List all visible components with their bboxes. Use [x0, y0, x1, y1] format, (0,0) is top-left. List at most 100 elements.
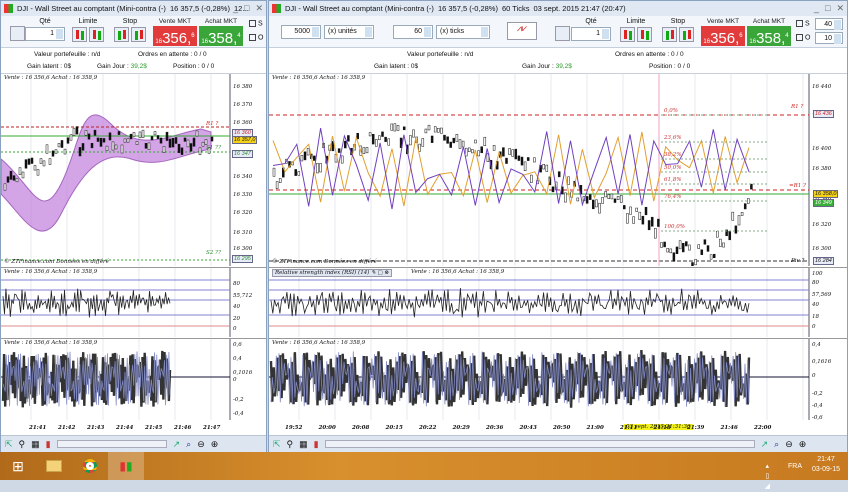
ticks-stepper[interactable]: 60 [393, 25, 433, 39]
wrench-icon[interactable] [10, 26, 25, 41]
window-icon[interactable]: ▢ [377, 270, 382, 276]
ticks-select[interactable]: (x) ticks [436, 25, 490, 39]
axis-label: 0,4 [812, 342, 821, 348]
draw-icon[interactable]: ↗ [761, 439, 769, 450]
right-chart-window: DJI - Wall Street au comptant (Mini-cont… [268, 0, 848, 452]
pending-orders[interactable]: Ordres en attente : 0 / 0 [615, 51, 684, 58]
candles-icon[interactable]: ▮ [314, 439, 319, 450]
horizontal-scrollbar[interactable] [324, 440, 755, 448]
pending-orders[interactable]: Ordres en attente : 0 / 0 [138, 51, 207, 58]
stop-buy-icon[interactable] [114, 27, 129, 42]
time-tick: 21:47 [203, 425, 221, 431]
rsi-panel[interactable]: Vente : 16 356,6 Achat : 16 358,9 80 55,7… [1, 267, 266, 337]
title-bar[interactable]: DJI - Wall Street au comptant (Mini-cont… [269, 1, 847, 16]
stop-sell-icon[interactable] [131, 27, 146, 42]
candle [694, 259, 697, 266]
axis-label: 80 [233, 281, 240, 287]
latent-gain: Gain latent : 0$ [374, 63, 419, 70]
title-bar[interactable]: DJI - Wall Street au comptant (Mini-cont… [1, 1, 266, 16]
o-value-stepper[interactable]: 10 [815, 32, 843, 44]
oscillator-panel[interactable]: Vente : 16 356,6 Achat : 16 358,9 0,4 0,1… [269, 338, 847, 420]
sell-market-button[interactable]: Vente MKT 16356,6 [153, 18, 197, 47]
units-stepper[interactable]: 5000 [281, 25, 321, 39]
mid-price-tag: 16 349 [813, 199, 834, 207]
stop-buy-icon[interactable] [662, 27, 677, 42]
time-tick: 19:52 [285, 425, 303, 431]
zoom-fit-icon[interactable]: ⌕ [774, 439, 779, 450]
zoom-in-icon[interactable]: ⊕ [799, 439, 807, 450]
remove-indicator-icon[interactable]: ⊗ [384, 270, 389, 276]
edit-icon[interactable]: ✎ [371, 270, 376, 276]
zoom-fit-icon[interactable]: ⌕ [186, 439, 191, 450]
close-icon[interactable]: ✕ [255, 3, 263, 14]
candle [647, 220, 651, 231]
checkbox-o[interactable]: O [796, 34, 810, 41]
indicator-icon[interactable]: ⚲ [19, 439, 26, 450]
zoom-out-icon[interactable]: ⊖ [785, 439, 793, 450]
price-chart[interactable]: Vente : 16 356,6 Achat : 16 358,9 16 440… [269, 74, 847, 266]
buy-market-button[interactable]: Achat MKT 16358,4 [199, 18, 243, 47]
time-tick: 21:46 [720, 425, 738, 431]
chart-bottom-toolbar: ⇱ ⚲ ▦ ▮ ↗ ⌕ ⊖ ⊕ [269, 435, 847, 452]
candle [150, 136, 154, 141]
qty-stepper[interactable]: 1 [571, 27, 611, 41]
candles-icon[interactable]: ▮ [46, 439, 51, 450]
draw-icon[interactable]: ↗ [173, 439, 181, 450]
candle [430, 135, 434, 143]
start-button[interactable]: ⊞ [0, 452, 36, 480]
candle [669, 248, 673, 254]
checkbox-s[interactable]: S [249, 20, 263, 27]
sell-market-button[interactable]: Vente MKT 16356,6 [701, 18, 745, 47]
candle [120, 144, 124, 154]
chart-type-icon[interactable]: ⩘⩗ [507, 22, 537, 40]
limit-sell-icon[interactable] [637, 27, 652, 42]
rsi-panel[interactable]: Relative strength index (RSI) (14) ✎ ▢ ⊗… [269, 267, 847, 337]
clock-time[interactable]: 21:47 [812, 455, 840, 465]
checkbox-s-label: S [805, 20, 810, 28]
maximize-icon[interactable]: □ [825, 3, 830, 14]
price-chart[interactable]: Vente : 16 356,6 Achat : 16 358,9 16 380… [1, 74, 266, 266]
candle [412, 129, 415, 138]
taskbar-chrome[interactable] [72, 452, 108, 480]
zoom-in-icon[interactable]: ⊕ [211, 439, 219, 450]
limit-buy-icon[interactable] [620, 27, 635, 42]
folder-icon [46, 460, 62, 472]
horizontal-scrollbar[interactable] [56, 440, 167, 448]
candle [201, 141, 205, 147]
buy-market-button[interactable]: Achat MKT 16358,4 [747, 18, 791, 47]
qty-stepper[interactable]: 1 [25, 27, 65, 41]
checkbox-o[interactable]: O [249, 34, 263, 41]
minimize-icon[interactable]: _ [233, 3, 238, 14]
zoom-out-icon[interactable]: ⊖ [197, 439, 205, 450]
calc-icon[interactable]: ▦ [31, 439, 40, 450]
candle [18, 167, 22, 175]
data-footer: © ZTFinance.com Données en différé [4, 259, 109, 265]
oscillator-panel[interactable]: Vente : 16 356,6 Achat : 16 358,9 0,6 0,4… [1, 338, 266, 420]
export-icon[interactable]: ⇱ [5, 439, 13, 450]
minimize-icon[interactable]: _ [814, 3, 819, 14]
taskbar-trading-app[interactable]: ▮▮ [108, 452, 144, 480]
export-icon[interactable]: ⇱ [273, 439, 281, 450]
indicator-icon[interactable]: ⚲ [287, 439, 294, 450]
position[interactable]: Position : 0 / 0 [173, 63, 214, 70]
candle [514, 148, 518, 160]
calc-icon[interactable]: ▦ [299, 439, 308, 450]
maximize-icon[interactable]: □ [244, 3, 249, 14]
axis-label: 20 [233, 316, 240, 322]
account-info: Valeur portefeuille : n/d Ordres en atte… [1, 48, 266, 74]
rsi-indicator-title[interactable]: Relative strength index (RSI) (14) ✎ ▢ ⊗ [272, 269, 393, 277]
clock-date[interactable]: 03-09-15 [812, 465, 840, 475]
wrench-icon[interactable] [555, 26, 570, 41]
limit-buy-icon[interactable] [72, 27, 87, 42]
stop-sell-icon[interactable] [679, 27, 694, 42]
language-indicator[interactable]: FRA [788, 462, 802, 472]
candle [9, 170, 13, 180]
tray-icons[interactable]: ▴ ▯ ◢ [765, 462, 770, 492]
taskbar-explorer[interactable] [36, 452, 72, 480]
limit-sell-icon[interactable] [89, 27, 104, 42]
units-select[interactable]: (x) unités [324, 25, 374, 39]
close-icon[interactable]: ✕ [836, 3, 844, 14]
position[interactable]: Position : 0 / 0 [649, 63, 690, 70]
s-value-stepper[interactable]: 40 [815, 18, 843, 30]
checkbox-s[interactable]: S [796, 20, 810, 27]
